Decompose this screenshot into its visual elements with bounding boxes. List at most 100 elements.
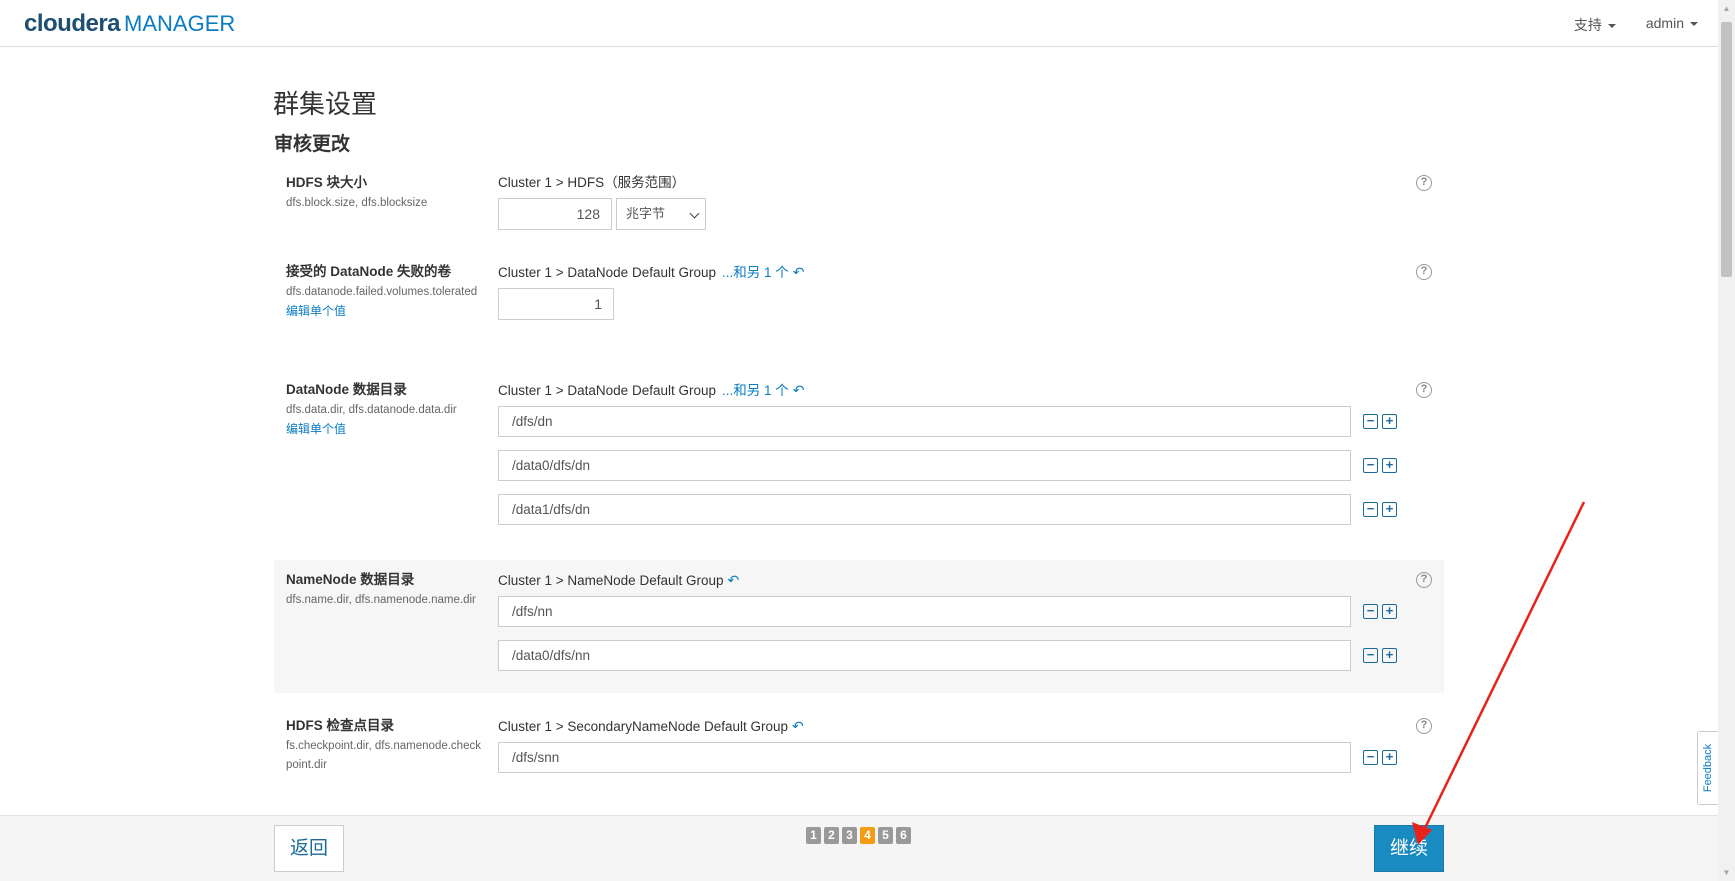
failed-volumes-input[interactable]: 1 <box>498 288 614 320</box>
question-circle-icon[interactable]: ? <box>1416 175 1432 191</box>
scope-text: Cluster 1 > HDFS（服务范围） <box>498 175 686 190</box>
undo-arrow-icon[interactable]: ↶ <box>793 382 805 398</box>
setting-key: dfs.datanode.failed.volumes.tolerated <box>286 286 478 298</box>
wizard-footer: 返回 1 2 3 4 5 6 继续 <box>0 815 1718 881</box>
scroll-up-arrow-icon[interactable]: ▲ <box>1718 0 1735 17</box>
setting-label-column: 接受的 DataNode 失败的卷 dfs.datanode.failed.vo… <box>286 263 486 320</box>
setting-key: dfs.name.dir, dfs.namenode.name.dir <box>286 594 476 606</box>
caret-down-icon <box>1690 22 1698 27</box>
dir-row-buttons: − + <box>1363 414 1399 432</box>
scroll-down-arrow-icon[interactable]: ▼ <box>1718 864 1735 881</box>
setting-key: dfs.data.dir, dfs.datanode.data.dir <box>286 404 457 416</box>
setting-scope: Cluster 1 > HDFS（服务范围） <box>498 174 685 192</box>
setting-label-column: HDFS 块大小 dfs.block.size, dfs.blocksize <box>286 174 486 213</box>
logo-main-text: cloudera <box>24 10 121 37</box>
dir-row-buttons: − + <box>1363 750 1399 768</box>
setting-row-namenode-data-dir: NameNode 数据目录 dfs.name.dir, dfs.namenode… <box>274 560 1444 693</box>
setting-key: fs.checkpoint.dir, dfs.namenode.checkpoi… <box>286 740 481 771</box>
minus-square-icon[interactable]: − <box>1363 750 1378 765</box>
scope-more-link[interactable]: ...和另 1 个 <box>722 383 789 398</box>
support-label: 支持 <box>1573 17 1602 33</box>
dir-row-buttons: − + <box>1363 458 1399 476</box>
top-navbar: cloudera MANAGER 支持 admin <box>0 0 1718 47</box>
edit-individual-values-link[interactable]: 编辑单个值 <box>286 302 486 320</box>
undo-arrow-icon[interactable]: ↶ <box>792 718 804 734</box>
datanode-dir-input[interactable]: /data0/dfs/dn <box>498 450 1351 481</box>
nav-right-menu: 支持 admin <box>1574 15 1698 35</box>
page-title: 群集设置 <box>273 89 378 119</box>
chevron-down-icon <box>689 208 700 219</box>
plus-square-icon[interactable]: + <box>1382 458 1397 473</box>
continue-button[interactable]: 继续 <box>1374 825 1444 872</box>
minus-square-icon[interactable]: − <box>1363 604 1378 619</box>
block-size-input[interactable]: 128 <box>498 198 612 230</box>
wizard-step[interactable]: 6 <box>896 827 911 844</box>
user-label: admin <box>1645 15 1684 31</box>
minus-square-icon[interactable]: − <box>1363 414 1378 429</box>
plus-square-icon[interactable]: + <box>1382 414 1397 429</box>
setting-label: HDFS 检查点目录 <box>286 718 394 733</box>
question-circle-icon[interactable]: ? <box>1416 572 1432 588</box>
plus-square-icon[interactable]: + <box>1382 502 1397 517</box>
scope-text: Cluster 1 > NameNode Default Group <box>498 573 724 588</box>
setting-label: 接受的 DataNode 失败的卷 <box>286 264 452 279</box>
setting-label: NameNode 数据目录 <box>286 572 415 587</box>
wizard-step[interactable]: 2 <box>824 827 839 844</box>
wizard-step[interactable]: 5 <box>878 827 893 844</box>
namenode-dir-input[interactable]: /data0/dfs/nn <box>498 640 1351 671</box>
scope-text: Cluster 1 > SecondaryNameNode Default Gr… <box>498 719 789 734</box>
plus-square-icon[interactable]: + <box>1382 604 1397 619</box>
setting-scope: Cluster 1 > NameNode Default Group ↶ <box>498 571 739 590</box>
wizard-step-active[interactable]: 4 <box>860 827 875 844</box>
caret-down-icon <box>1607 24 1616 29</box>
setting-label: DataNode 数据目录 <box>286 382 407 397</box>
question-circle-icon[interactable]: ? <box>1416 382 1432 398</box>
checkpoint-dir-input[interactable]: /dfs/snn <box>498 742 1351 773</box>
logo-sub-text: MANAGER <box>124 11 236 36</box>
question-circle-icon[interactable]: ? <box>1416 264 1432 280</box>
setting-label-column: NameNode 数据目录 dfs.name.dir, dfs.namenode… <box>286 571 486 610</box>
minus-square-icon[interactable]: − <box>1363 502 1378 517</box>
plus-square-icon[interactable]: + <box>1382 750 1397 765</box>
wizard-step[interactable]: 3 <box>842 827 857 844</box>
scope-more-link[interactable]: ...和另 1 个 <box>722 265 789 280</box>
edit-individual-values-link[interactable]: 编辑单个值 <box>286 420 486 438</box>
setting-scope: Cluster 1 > DataNode Default Group ...和另 … <box>498 263 805 282</box>
namenode-dir-input[interactable]: /dfs/nn <box>498 596 1351 627</box>
feedback-label: Feedback <box>1702 743 1714 793</box>
dir-row-buttons: − + <box>1363 604 1399 622</box>
setting-scope: Cluster 1 > DataNode Default Group ...和另 … <box>498 381 805 400</box>
undo-arrow-icon[interactable]: ↶ <box>728 572 740 588</box>
setting-row-hdfs-block-size: HDFS 块大小 dfs.block.size, dfs.blocksize C… <box>274 174 1444 244</box>
setting-label-column: DataNode 数据目录 dfs.data.dir, dfs.datanode… <box>286 381 486 438</box>
vertical-scrollbar[interactable]: ▲ ▼ <box>1718 0 1735 881</box>
setting-row-datanode-data-dir: DataNode 数据目录 dfs.data.dir, dfs.datanode… <box>274 381 1444 531</box>
support-dropdown[interactable]: 支持 <box>1574 15 1616 35</box>
setting-label: HDFS 块大小 <box>286 175 367 190</box>
unit-select-value: 兆字节 <box>626 206 666 221</box>
undo-arrow-icon[interactable]: ↶ <box>793 264 805 280</box>
plus-square-icon[interactable]: + <box>1382 648 1397 663</box>
setting-row-failed-volumes: 接受的 DataNode 失败的卷 dfs.datanode.failed.vo… <box>274 263 1444 363</box>
back-button[interactable]: 返回 <box>274 825 344 872</box>
question-circle-icon[interactable]: ? <box>1416 718 1432 734</box>
user-dropdown[interactable]: admin <box>1646 15 1698 35</box>
datanode-dir-input[interactable]: /dfs/dn <box>498 406 1351 437</box>
block-size-unit-select[interactable]: 兆字节 <box>616 198 706 230</box>
scope-text: Cluster 1 > DataNode Default Group <box>498 265 716 280</box>
wizard-step[interactable]: 1 <box>806 827 821 844</box>
setting-key: dfs.block.size, dfs.blocksize <box>286 197 428 209</box>
scope-text: Cluster 1 > DataNode Default Group <box>498 383 716 398</box>
setting-row-checkpoint-dir: HDFS 检查点目录 fs.checkpoint.dir, dfs.nameno… <box>274 717 1444 797</box>
datanode-dir-input[interactable]: /data1/dfs/dn <box>498 494 1351 525</box>
page-subtitle: 审核更改 <box>274 134 351 155</box>
setting-scope: Cluster 1 > SecondaryNameNode Default Gr… <box>498 717 804 736</box>
feedback-tab[interactable]: Feedback <box>1697 731 1718 805</box>
setting-label-column: HDFS 检查点目录 fs.checkpoint.dir, dfs.nameno… <box>286 717 486 775</box>
minus-square-icon[interactable]: − <box>1363 458 1378 473</box>
dir-row-buttons: − + <box>1363 648 1399 666</box>
minus-square-icon[interactable]: − <box>1363 648 1378 663</box>
scroll-thumb[interactable] <box>1721 22 1732 277</box>
cloudera-manager-logo[interactable]: cloudera MANAGER <box>24 10 235 38</box>
wizard-steps: 1 2 3 4 5 6 <box>806 827 911 844</box>
